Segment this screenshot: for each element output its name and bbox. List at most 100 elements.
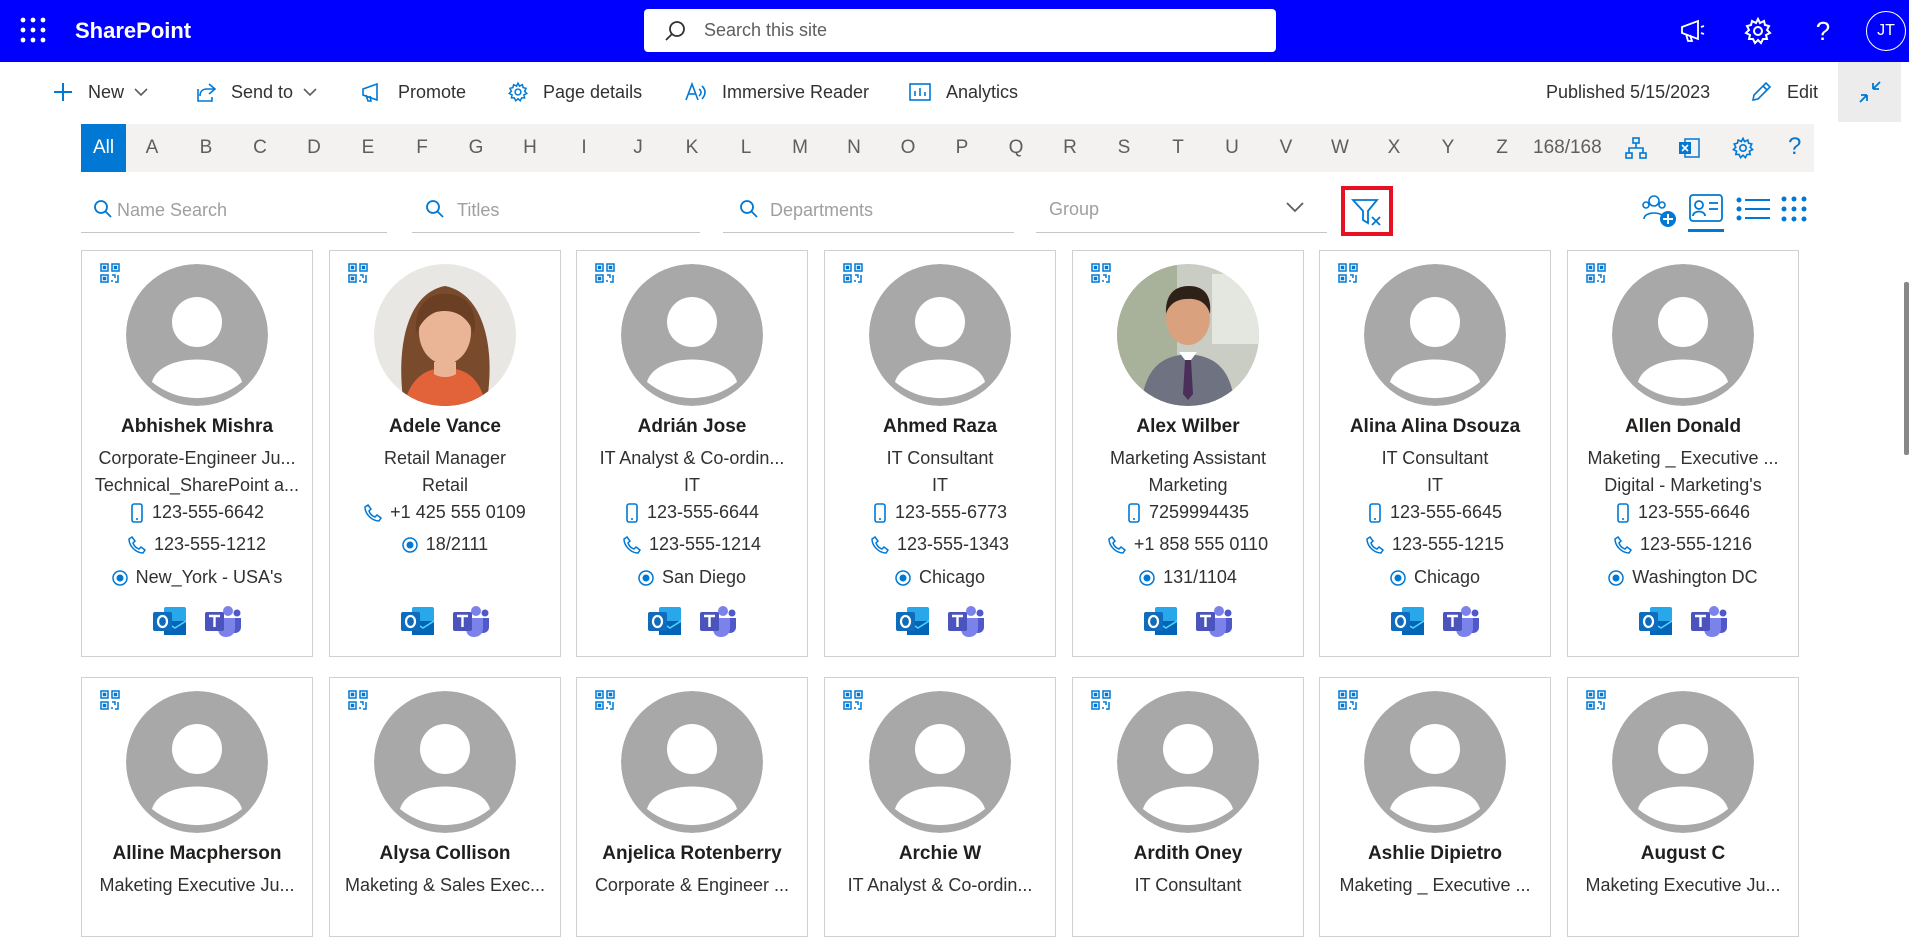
mobile-number-row[interactable]: 123-555-6644 [577,502,807,523]
help-icon[interactable]: ? [1788,133,1801,161]
letter-i[interactable]: I [569,124,599,172]
letter-l[interactable]: L [731,124,761,172]
person-card[interactable]: Alline Macpherson Maketing Executive Ju..… [81,677,313,937]
person-name[interactable]: Alex Wilber [1073,416,1303,438]
mobile-number-row[interactable]: 7259994435 [1073,502,1303,523]
site-search-box[interactable]: Search this site [644,9,1276,52]
profile-photo[interactable] [1364,264,1506,406]
page-details-button[interactable]: Page details [507,62,642,122]
teams-icon[interactable] [452,604,490,638]
send-to-button[interactable]: Send to [195,62,317,122]
profile-photo[interactable] [374,691,516,833]
person-name[interactable]: Alline Macpherson [82,843,312,865]
work-phone-row[interactable]: 123-555-1216 [1568,534,1798,555]
profile-photo[interactable] [621,691,763,833]
app-launcher-icon[interactable] [20,17,46,43]
immersive-reader-button[interactable]: Immersive Reader [684,62,869,122]
teams-icon[interactable] [204,604,242,638]
profile-photo[interactable] [126,691,268,833]
work-phone-row[interactable]: 123-555-1343 [825,534,1055,555]
qr-code-icon[interactable] [1091,263,1111,283]
qr-code-icon[interactable] [595,263,615,283]
work-phone[interactable]: 123-555-1212 [154,534,266,555]
clear-filter-button[interactable] [1341,186,1393,236]
collapse-button[interactable] [1838,62,1901,122]
mobile-number[interactable]: 123-555-6773 [895,502,1007,523]
grid-view-icon[interactable] [1781,196,1807,222]
profile-photo[interactable] [126,264,268,406]
work-phone[interactable]: +1 858 555 0110 [1134,534,1268,555]
promote-button[interactable]: Promote [360,62,466,122]
person-card[interactable]: Alex Wilber Marketing Assistant Marketing 7… [1072,250,1304,657]
mobile-number-row[interactable]: 123-555-6642 [82,502,312,523]
person-name[interactable]: Alysa Collison [330,843,560,865]
titles-input[interactable]: Titles [412,187,700,233]
work-phone[interactable]: 123-555-1215 [1392,534,1504,555]
person-card[interactable]: Archie W IT Analyst & Co-ordin... [824,677,1056,937]
letter-z[interactable]: Z [1487,124,1517,172]
outlook-icon[interactable] [895,604,931,638]
work-phone[interactable]: 123-555-1343 [897,534,1009,555]
letter-g[interactable]: G [461,124,491,172]
teams-icon[interactable] [1690,604,1728,638]
work-phone[interactable]: +1 425 555 0109 [390,502,526,523]
help-icon[interactable]: ? [1808,16,1838,46]
qr-code-icon[interactable] [1338,263,1358,283]
letter-f[interactable]: F [407,124,437,172]
letter-m[interactable]: M [785,124,815,172]
excel-export-icon[interactable] [1677,136,1701,160]
qr-code-icon[interactable] [100,690,120,710]
card-view-icon[interactable] [1688,191,1724,225]
mobile-number[interactable]: 123-555-6644 [647,502,759,523]
outlook-icon[interactable] [1143,604,1179,638]
person-name[interactable]: Ahmed Raza [825,416,1055,438]
letter-v[interactable]: V [1271,124,1301,172]
letter-k[interactable]: K [677,124,707,172]
profile-photo[interactable] [621,264,763,406]
letter-p[interactable]: P [947,124,977,172]
person-card[interactable]: Alina Alina Dsouza IT Consultant IT 123-555… [1319,250,1551,657]
mobile-number-row[interactable]: 123-555-6645 [1320,502,1550,523]
profile-photo[interactable] [1117,264,1259,406]
person-card[interactable]: Adele Vance Retail Manager Retail +1 425 55… [329,250,561,657]
qr-code-icon[interactable] [1091,690,1111,710]
letter-b[interactable]: B [191,124,221,172]
qr-code-icon[interactable] [1338,690,1358,710]
teams-icon[interactable] [1442,604,1480,638]
mobile-number[interactable]: 123-555-6646 [1638,502,1750,523]
letter-u[interactable]: U [1217,124,1247,172]
name-search-input[interactable]: Name Search [81,187,387,233]
letter-s[interactable]: S [1109,124,1139,172]
list-view-icon[interactable] [1736,196,1772,222]
profile-photo[interactable] [869,264,1011,406]
person-name[interactable]: August C [1568,843,1798,865]
profile-photo[interactable] [1117,691,1259,833]
person-card[interactable]: August C Maketing Executive Ju... [1567,677,1799,937]
outlook-icon[interactable] [152,604,188,638]
letter-r[interactable]: R [1055,124,1085,172]
letter-e[interactable]: E [353,124,383,172]
qr-code-icon[interactable] [595,690,615,710]
outlook-icon[interactable] [1390,604,1426,638]
work-phone-row[interactable]: +1 425 555 0109 [330,502,560,523]
letter-t[interactable]: T [1163,124,1193,172]
outlook-icon[interactable] [1638,604,1674,638]
letter-all[interactable]: All [81,124,126,172]
person-card[interactable]: Ardith Oney IT Consultant [1072,677,1304,937]
profile-photo[interactable] [1612,264,1754,406]
letter-c[interactable]: C [245,124,275,172]
mobile-number-row[interactable]: 123-555-6773 [825,502,1055,523]
person-card[interactable]: Alysa Collison Maketing & Sales Exec... [329,677,561,937]
settings-icon[interactable] [1731,136,1755,160]
group-dropdown[interactable]: Group [1036,187,1327,233]
user-avatar[interactable]: JT [1866,11,1906,51]
profile-photo[interactable] [869,691,1011,833]
departments-input[interactable]: Departments [723,187,1014,233]
profile-photo[interactable] [1364,691,1506,833]
teams-icon[interactable] [947,604,985,638]
work-phone-row[interactable]: 123-555-1212 [82,534,312,555]
person-card[interactable]: Allen Donald Maketing _ Executive ... Digi… [1567,250,1799,657]
letter-w[interactable]: W [1325,124,1355,172]
person-name[interactable]: Alina Alina Dsouza [1320,416,1550,438]
mobile-number[interactable]: 7259994435 [1149,502,1249,523]
